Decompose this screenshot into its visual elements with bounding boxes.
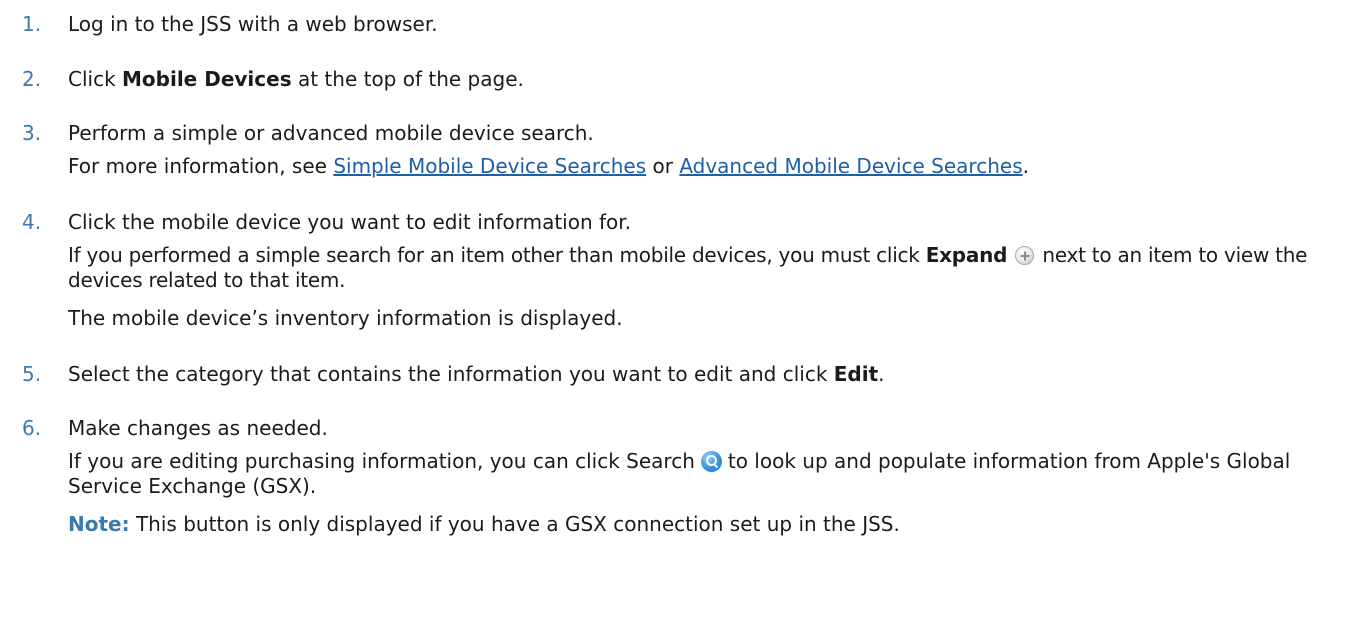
step-number: 2.	[22, 67, 42, 91]
step-number: 4.	[22, 210, 42, 234]
step-text-part: .	[878, 362, 885, 386]
link-advanced-mobile-device-searches[interactable]: Advanced Mobile Device Searches	[679, 154, 1022, 178]
link-simple-mobile-device-searches[interactable]: Simple Mobile Device Searches	[333, 154, 646, 178]
expand-label: Expand	[925, 243, 1008, 267]
step-text-part: at the top of the page.	[291, 67, 524, 91]
note-label: Note:	[68, 512, 130, 536]
step-text-part: Click	[68, 67, 123, 91]
plus-circle-icon	[1015, 246, 1035, 265]
step-detail-part: If you performed a simple search for an …	[68, 243, 926, 267]
step-number: 6.	[22, 416, 42, 440]
step-note: Note: This button is only displayed if y…	[68, 512, 1348, 536]
step-number: 3.	[22, 121, 42, 145]
step-number: 1.	[22, 12, 42, 36]
step-text-part: Select the category that contains the in…	[68, 362, 834, 386]
procedure-steps: 1. Log in to the JSS with a web browser.…	[0, 0, 1364, 622]
step-text: Click the mobile device you want to edit…	[68, 210, 632, 234]
step-info-part: .	[1022, 154, 1029, 178]
step-detail: If you are editing purchasing informatio…	[68, 449, 1308, 499]
step-info: For more information, see Simple Mobile …	[68, 154, 1348, 178]
step-detail-part: If you are editing purchasing informatio…	[68, 449, 695, 473]
step-info-part: or	[646, 154, 680, 178]
step-text: Log in to the JSS with a web browser.	[68, 12, 438, 36]
menu-name-mobile-devices: Mobile Devices	[122, 67, 292, 91]
search-icon	[700, 451, 722, 472]
note-text: This button is only displayed if you hav…	[129, 512, 900, 536]
step-text: Perform a simple or advanced mobile devi…	[68, 121, 594, 145]
edit-button-label: Edit	[833, 362, 879, 386]
step-number: 5.	[22, 362, 42, 386]
step-text: Select the category that contains the in…	[68, 362, 1348, 386]
step-info-part: For more information, see	[68, 154, 334, 178]
step-detail: If you performed a simple search for an …	[68, 243, 1348, 293]
step-text: Click Mobile Devices at the top of the p…	[68, 67, 1348, 91]
step-text: Make changes as needed.	[68, 416, 328, 440]
step-result: The mobile device’s inventory informatio…	[68, 306, 623, 330]
